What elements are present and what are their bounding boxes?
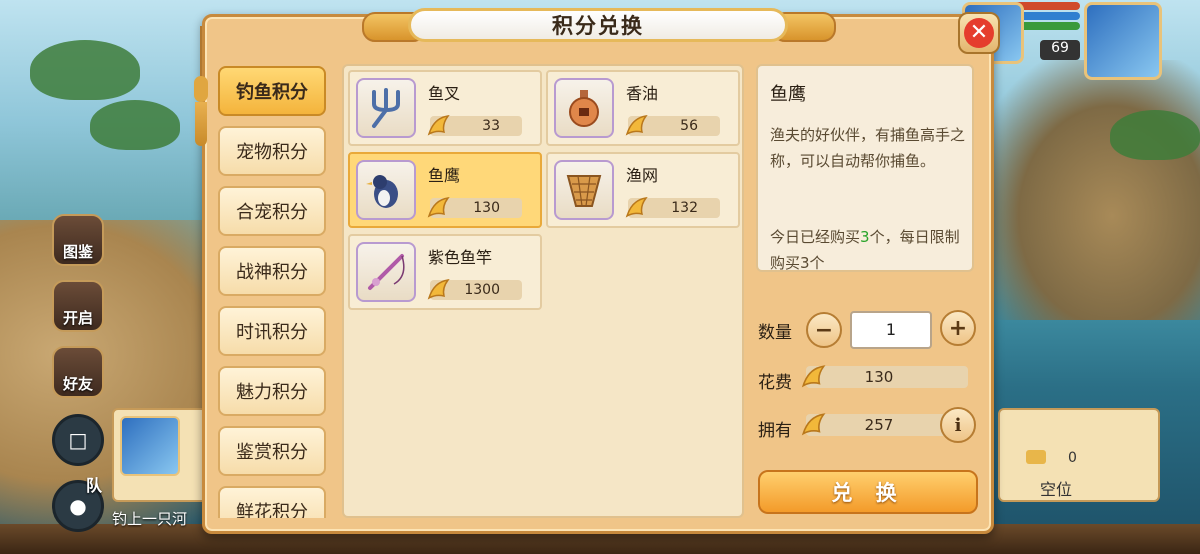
tab-flower-points[interactable]: 鲜花积分 [218,486,326,518]
quantity-input[interactable]: 1 [850,311,932,349]
cormorant-icon [356,160,416,220]
tab-label: 魅力积分 [236,382,308,403]
item-name: 香油 [626,84,659,103]
item-name: 紫色鱼竿 [428,248,493,267]
chat-button[interactable]: □ [52,414,104,466]
decrease-quantity-button[interactable]: − [806,312,842,348]
cost-label: 花费 [758,373,792,393]
open-button[interactable]: 开启 [52,280,104,332]
microphone-icon: ● [69,494,87,518]
fishing-net-icon [554,160,614,220]
dialog-title: 积分兑换 [552,14,644,38]
fish-coin-icon [625,115,648,136]
tab-label: 战神积分 [236,262,308,283]
chat-bubble-icon: □ [68,428,88,452]
purple-fishing-rod-icon [356,242,416,302]
cost-value: 130 [864,368,894,386]
info-button[interactable]: i [940,407,976,443]
title-plate: 积分兑换 [408,8,788,42]
item-name: 鱼叉 [428,84,461,103]
detail-description: 渔夫的好伙伴，有捕鱼高手之称，可以自动帮你捕鱼。 [770,126,966,170]
oil-bottle-icon [554,78,614,138]
tab-charm-points[interactable]: 魅力积分 [218,366,326,416]
exchange-label: 兑 换 [831,481,905,505]
limit-count: 3 [860,228,870,246]
item-name: 渔网 [626,166,659,185]
tab-fishing-points[interactable]: 钓鱼积分 [218,66,326,116]
purchase-limit-text: 今日已经购买3个，每日限制购买3个 [770,224,970,270]
item-card[interactable]: 渔网 132 [546,152,740,228]
slot-empty-label: 空位 [1040,480,1073,499]
minus-icon: − [814,317,834,343]
limit-prefix: 今日已经购买 [770,228,861,246]
category-tabs: 钓鱼积分 宠物积分 合宠积分 战神积分 时讯积分 魅力积分 鉴赏积分 鲜花积分 [212,62,336,518]
item-detail-panel: 鱼鹰 渔夫的好伙伴，有捕鱼高手之称，可以自动帮你捕鱼。 今日已经购买3个，每日限… [756,64,974,272]
island-area [980,60,1200,320]
tab-war-god-points[interactable]: 战神积分 [218,246,326,296]
tassel-knot [194,76,208,102]
item-card[interactable]: 鱼叉 33 [348,70,542,146]
team-label: 队 [86,476,103,495]
increase-quantity-button[interactable]: + [940,310,976,346]
tab-pet-points[interactable]: 宠物积分 [218,126,326,176]
book-label: 图鉴 [62,243,93,261]
close-button[interactable]: ✕ [958,12,1000,54]
detail-item-name: 鱼鹰 [770,84,806,105]
slot-count: 0 [1068,450,1077,466]
fish-coin-icon [427,115,450,136]
player-avatar [120,416,180,476]
item-card[interactable]: 紫色鱼竿 1300 [348,234,542,310]
owned-label: 拥有 [758,421,792,441]
tassel-fringe [195,102,207,146]
item-card-selected[interactable]: 鱼鹰 130 [348,152,542,228]
friends-button[interactable]: 好友 [52,346,104,398]
tassel-string [200,26,202,78]
close-icon: ✕ [964,18,994,48]
tassel-decoration [190,26,212,146]
chat-message: 钓上一只河 [112,510,188,528]
owned-value: 257 [864,416,894,434]
team-slot-empty[interactable]: 0 空位 [998,408,1160,502]
tab-label: 钓鱼积分 [236,82,308,103]
item-card[interactable]: 香油 56 [546,70,740,146]
tab-label: 合宠积分 [236,202,308,223]
item-grid: 鱼叉 33 香油 56 鱼鹰 130 渔网 132 紫色鱼竿 1300 [342,64,744,518]
quantity-label: 数量 [758,323,792,343]
item-name: 鱼鹰 [428,166,461,185]
trident-icon [356,78,416,138]
title-banner: 积分兑换 [362,2,836,46]
palm-tree [90,100,180,150]
plus-icon: + [948,315,968,341]
fish-coin-icon [625,197,648,218]
palm-tree [1110,110,1200,160]
friends-label: 好友 [62,375,93,393]
info-icon: i [954,414,962,436]
player-portrait[interactable] [1084,2,1162,80]
fish-coin-icon [427,279,450,300]
tab-label: 宠物积分 [236,142,308,163]
fish-coin-icon [427,197,450,218]
team-slot-left[interactable] [112,408,216,502]
tab-news-points[interactable]: 时讯积分 [218,306,326,356]
coin-icon [1026,450,1046,464]
tab-label: 鉴赏积分 [236,442,308,463]
level-badge: 69 [1040,40,1080,60]
tab-label: 鲜花积分 [236,502,308,518]
tab-label: 时讯积分 [236,322,308,343]
exchange-button[interactable]: 兑 换 [758,470,978,514]
book-button[interactable]: 图鉴 [52,214,104,266]
open-label: 开启 [62,309,93,327]
palm-tree [30,40,140,100]
tab-pet-merge-points[interactable]: 合宠积分 [218,186,326,236]
tab-appraisal-points[interactable]: 鉴赏积分 [218,426,326,476]
